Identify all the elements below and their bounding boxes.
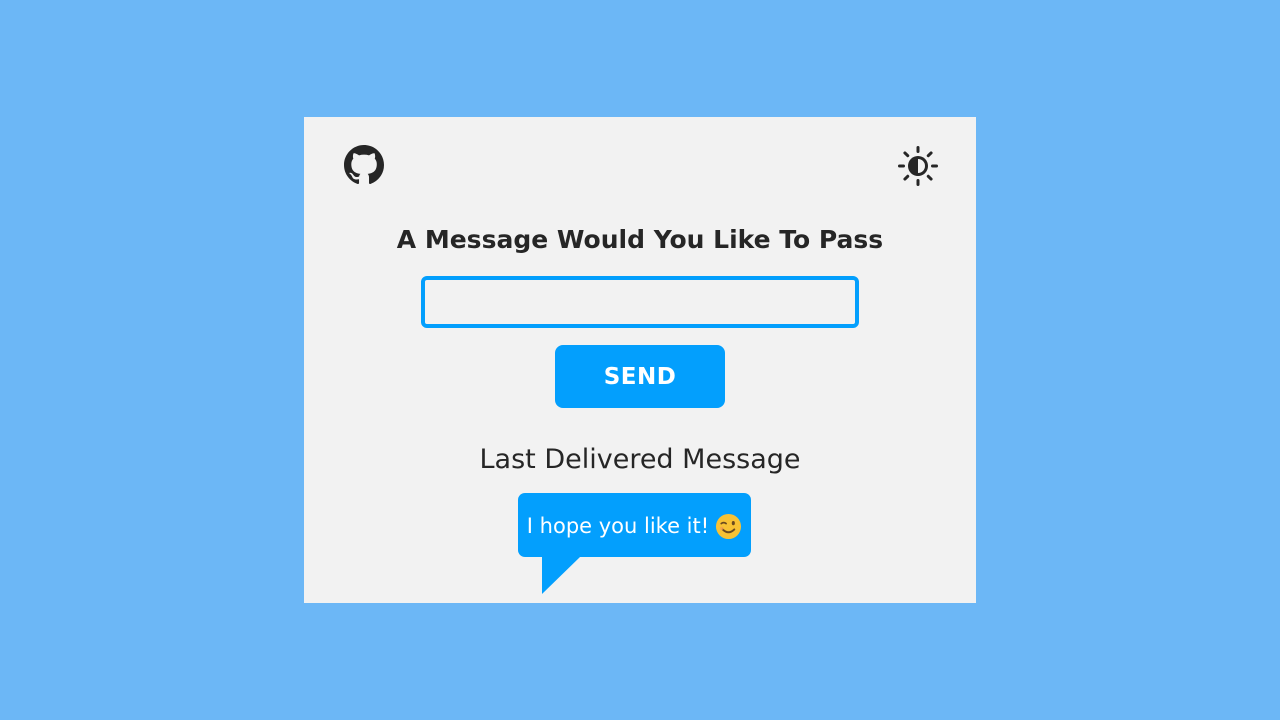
- page-title: A Message Would You Like To Pass: [396, 225, 884, 254]
- github-icon: [344, 145, 384, 185]
- last-message-bubble: I hope you like it!: [518, 493, 751, 557]
- winking-smile-emoji: [715, 513, 742, 540]
- theme-toggle-button[interactable]: [897, 145, 939, 187]
- github-link[interactable]: [344, 145, 384, 185]
- message-card: A Message Would You Like To Pass SEND La…: [304, 117, 976, 603]
- message-input[interactable]: [421, 276, 859, 328]
- last-delivered-heading: Last Delivered Message: [479, 444, 801, 475]
- send-button[interactable]: SEND: [555, 345, 725, 408]
- brightness-icon: [898, 146, 938, 186]
- last-message-text: I hope you like it!: [526, 514, 710, 538]
- bubble-tail: [542, 557, 580, 594]
